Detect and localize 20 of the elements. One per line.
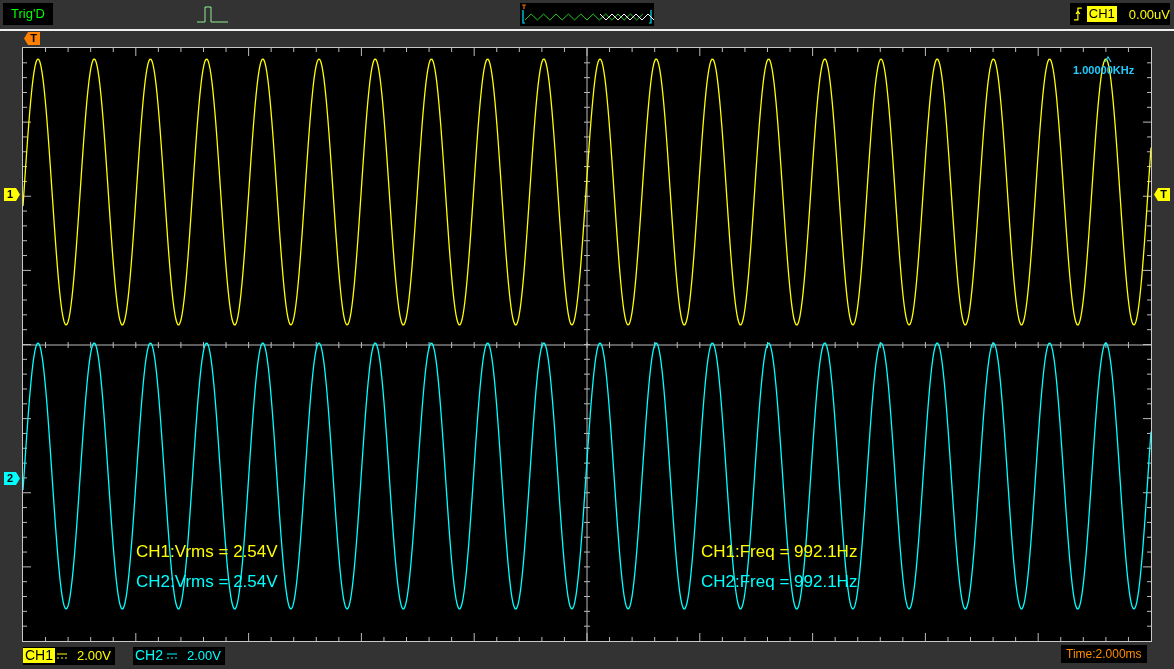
channel-marker[interactable]: 1 <box>4 188 20 201</box>
trigger-position-marker[interactable]: T <box>24 32 40 45</box>
trigger-status: Trig'D <box>3 2 53 25</box>
timebase-readout[interactable]: Time:2.000ms <box>1061 645 1147 663</box>
pulse-icon <box>197 5 228 25</box>
cursor-caret-icon <box>1104 55 1112 63</box>
channel-scale-panel[interactable]: CH2 2.00V <box>133 646 225 665</box>
waveform-overview[interactable] <box>520 3 654 26</box>
rising-edge-icon <box>1074 7 1083 21</box>
channel-name: CH1 <box>23 648 55 663</box>
dc-coupling-icon <box>167 652 177 659</box>
channel-marker[interactable]: 2 <box>4 472 20 485</box>
channel-scale: 2.00V <box>77 648 111 663</box>
channel-name: CH2 <box>134 648 164 663</box>
trigger-level: 0.00uV <box>1128 6 1170 22</box>
channel-scale: 2.00V <box>187 648 221 663</box>
dc-coupling-icon <box>57 652 67 659</box>
trigger-level-marker[interactable]: T <box>1154 188 1170 201</box>
channel-scale-panel[interactable]: CH1 2.00V <box>23 646 115 665</box>
trigger-source: CH1 <box>1086 6 1117 22</box>
